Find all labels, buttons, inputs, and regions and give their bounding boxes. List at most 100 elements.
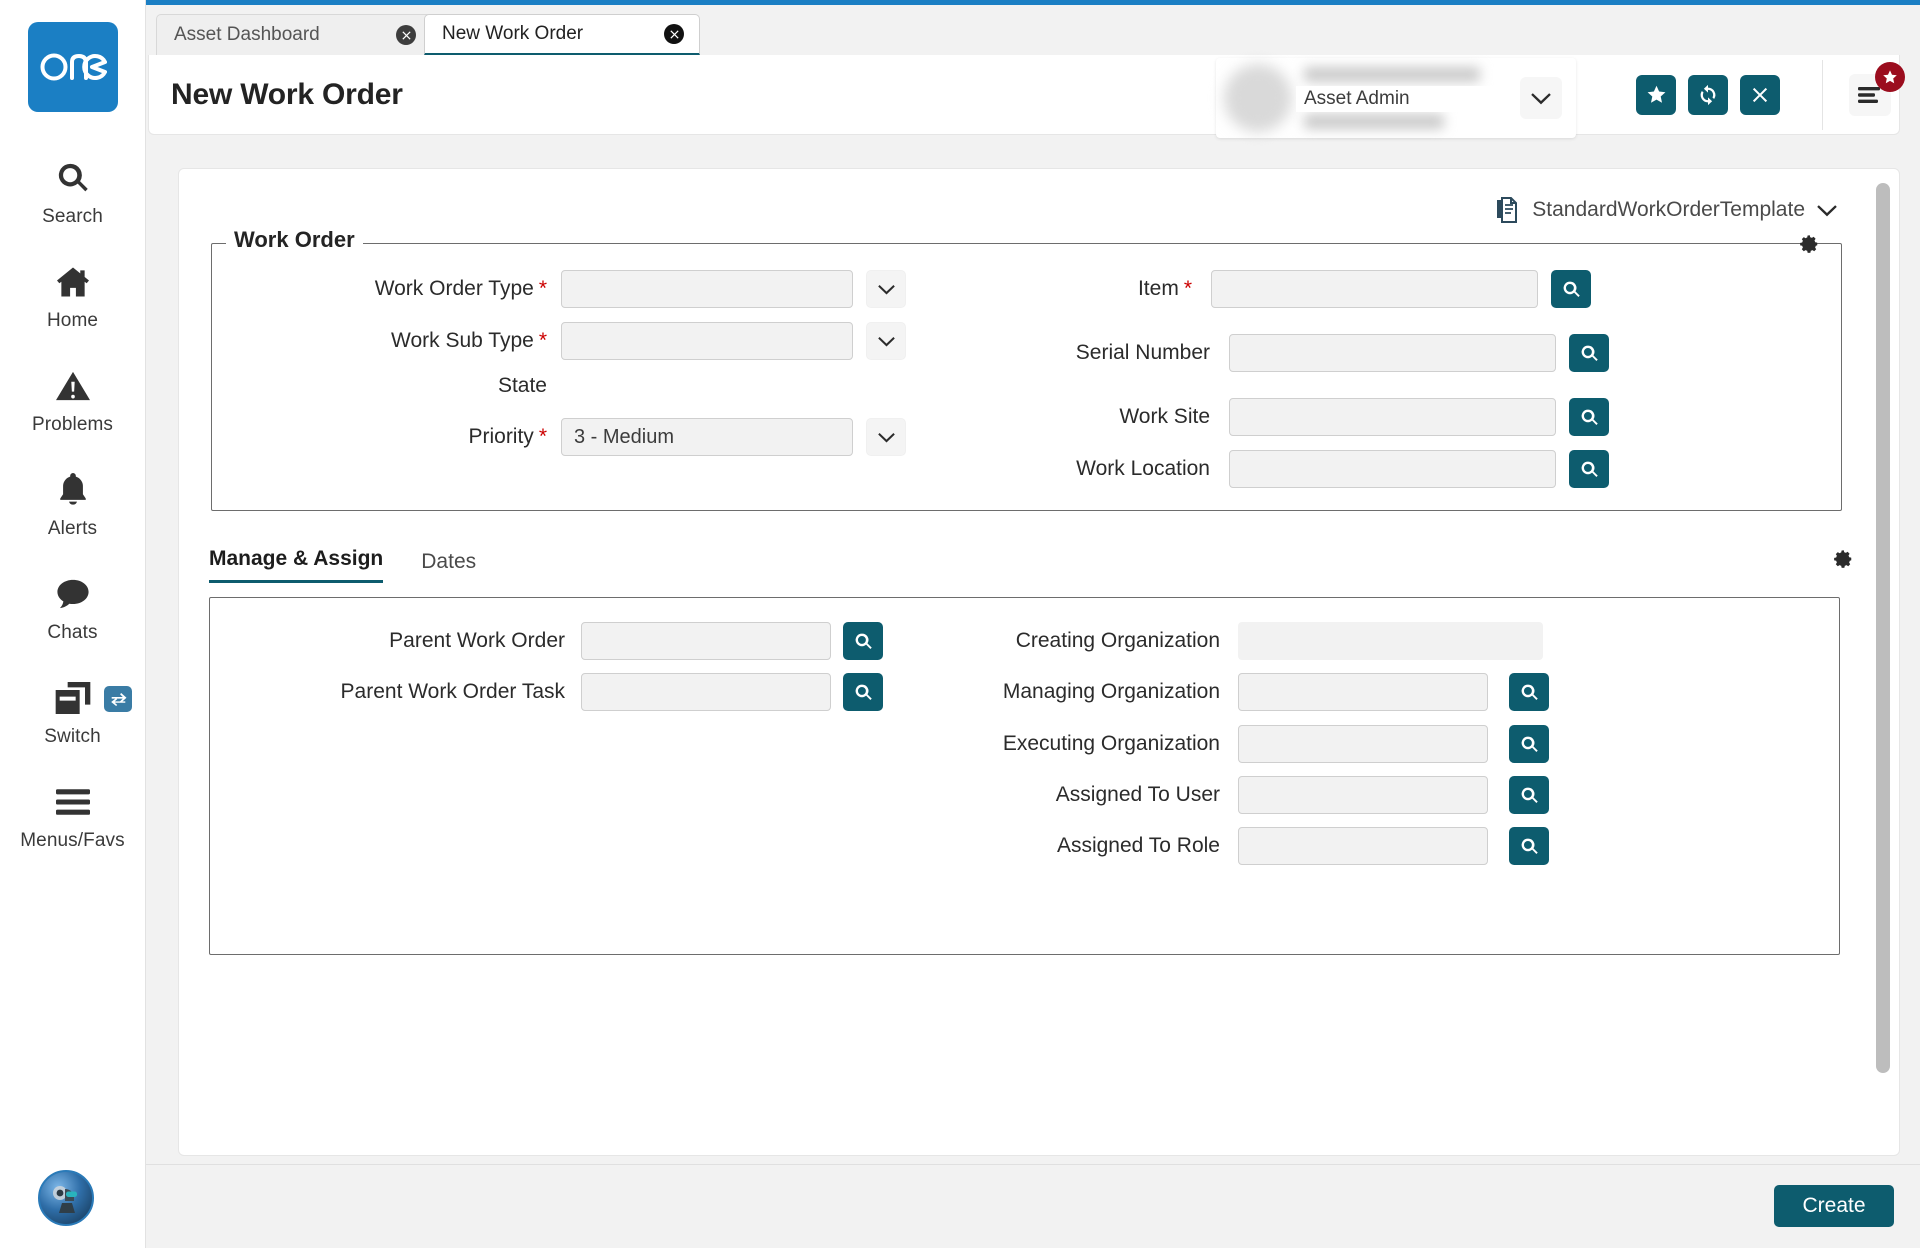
- work-location-input[interactable]: [1229, 450, 1556, 488]
- sidebar-item-label: Chats: [47, 622, 98, 643]
- sidebar-item-search[interactable]: Search: [0, 140, 145, 244]
- executing-organization-search-button[interactable]: [1509, 725, 1549, 763]
- work-site-search-button[interactable]: [1569, 398, 1609, 436]
- header-menu-wrap: [1849, 61, 1905, 116]
- copy-documents-icon: [1496, 197, 1520, 223]
- robot-assistant-avatar[interactable]: [38, 1170, 94, 1226]
- required-marker: *: [538, 277, 547, 300]
- section-tab-bar: Manage & Assign Dates: [209, 547, 476, 583]
- item-input[interactable]: [1211, 270, 1538, 308]
- field-label: Parent Work Order: [389, 629, 565, 652]
- item-search-button[interactable]: [1551, 270, 1591, 308]
- tab-label: Asset Dashboard: [174, 24, 320, 45]
- executing-organization-input[interactable]: [1238, 725, 1488, 763]
- required-marker: *: [538, 329, 547, 352]
- user-email-redacted: [1304, 114, 1444, 129]
- home-icon: [55, 260, 91, 304]
- sidebar-item-menus-favs[interactable]: Menus/Favs: [0, 764, 145, 868]
- hamburger-icon: [55, 780, 90, 824]
- creating-organization-input: [1238, 622, 1543, 660]
- rail-items: Search Home Problems Alerts Chats Switch…: [0, 140, 145, 868]
- sidebar-item-switch[interactable]: Switch: [0, 660, 145, 764]
- sidebar-item-label: Home: [46, 310, 99, 331]
- create-button[interactable]: Create: [1774, 1185, 1894, 1227]
- favorite-button[interactable]: [1636, 74, 1676, 115]
- sidebar-item-chats[interactable]: Chats: [0, 556, 145, 660]
- managing-organization-search-button[interactable]: [1509, 673, 1549, 711]
- work-order-form-card: StandardWorkOrderTemplate Work Order Wor…: [178, 168, 1900, 1156]
- serial-number-input[interactable]: [1229, 334, 1556, 372]
- assigned-to-role-input[interactable]: [1238, 827, 1488, 865]
- field-label: Priority: [468, 425, 534, 448]
- assigned-to-user-input[interactable]: [1238, 776, 1488, 814]
- field-item: Item *: [892, 270, 1752, 308]
- swap-arrows-icon[interactable]: [104, 686, 132, 712]
- field-serial-number: Serial Number: [892, 334, 1752, 372]
- template-name: StandardWorkOrderTemplate: [1532, 198, 1805, 221]
- chat-bubble-icon: [56, 572, 90, 616]
- priority-input[interactable]: [561, 418, 853, 456]
- close-circle-icon[interactable]: [396, 25, 416, 45]
- field-work-order-type: Work Order Type *: [212, 270, 912, 308]
- left-navigation-rail: Search Home Problems Alerts Chats Switch…: [0, 0, 146, 1248]
- user-info: Asset Admin: [1296, 65, 1510, 131]
- chevron-down-icon[interactable]: [1520, 77, 1562, 119]
- work-site-input[interactable]: [1229, 398, 1556, 436]
- field-work-site: Work Site: [892, 398, 1752, 436]
- bell-icon: [58, 468, 88, 512]
- field-executing-organization: Executing Organization: [860, 725, 1760, 763]
- field-label: Assigned To Role: [1056, 834, 1220, 857]
- user-name-redacted: [1304, 67, 1480, 82]
- page-title: New Work Order: [171, 77, 403, 111]
- assigned-to-role-search-button[interactable]: [1509, 827, 1549, 865]
- managing-organization-input[interactable]: [1238, 673, 1488, 711]
- sidebar-item-home[interactable]: Home: [0, 244, 145, 348]
- section-gear-icon[interactable]: [1833, 549, 1853, 569]
- sidebar-item-alerts[interactable]: Alerts: [0, 452, 145, 556]
- tab-dates[interactable]: Dates: [421, 550, 476, 583]
- sidebar-item-label: Problems: [31, 414, 114, 435]
- sidebar-item-label: Search: [42, 206, 103, 227]
- sidebar-item-label: Menus/Favs: [20, 830, 125, 851]
- sidebar-item-problems[interactable]: Problems: [0, 348, 145, 452]
- assigned-to-user-search-button[interactable]: [1509, 776, 1549, 814]
- field-label: Work Site: [1119, 405, 1210, 428]
- tab-label: New Work Order: [442, 23, 584, 44]
- work-sub-type-input[interactable]: [561, 322, 853, 360]
- field-parent-work-order-task: Parent Work Order Task: [210, 673, 930, 711]
- close-circle-icon[interactable]: [664, 24, 684, 44]
- close-button[interactable]: [1740, 74, 1780, 115]
- tab-asset-dashboard[interactable]: Asset Dashboard: [156, 14, 432, 55]
- avatar: [1224, 64, 1292, 132]
- vertical-scrollbar[interactable]: [1876, 183, 1890, 1073]
- manage-assign-fields: Parent Work Order Parent Work Order Task: [210, 598, 1839, 954]
- field-assigned-to-user: Assigned To User: [860, 776, 1760, 814]
- header-actions: [1636, 74, 1784, 115]
- field-label: Serial Number: [1075, 341, 1210, 364]
- field-parent-work-order: Parent Work Order: [210, 622, 930, 660]
- field-label: Parent Work Order Task: [340, 680, 565, 703]
- tab-manage-assign[interactable]: Manage & Assign: [209, 547, 384, 583]
- windows-stack-icon: [55, 676, 91, 720]
- field-label: Item: [1137, 277, 1179, 300]
- template-selector[interactable]: StandardWorkOrderTemplate: [1496, 197, 1837, 223]
- app-logo[interactable]: [27, 22, 118, 112]
- refresh-button[interactable]: [1688, 74, 1728, 115]
- sidebar-item-label: Switch: [44, 726, 101, 747]
- header-divider: [1822, 59, 1823, 130]
- user-menu[interactable]: Asset Admin: [1216, 58, 1576, 138]
- work-location-search-button[interactable]: [1569, 450, 1609, 488]
- required-marker: *: [538, 425, 547, 448]
- page-footer: Create: [146, 1164, 1920, 1248]
- tab-new-work-order[interactable]: New Work Order: [424, 14, 700, 55]
- field-label: Work Order Type: [374, 277, 534, 300]
- browser-tab-strip: Asset Dashboard New Work Order: [148, 14, 1920, 55]
- field-label: Assigned To User: [1055, 783, 1220, 806]
- serial-number-search-button[interactable]: [1569, 334, 1609, 372]
- parent-work-order-task-input[interactable]: [581, 673, 831, 711]
- field-priority: Priority *: [212, 418, 912, 456]
- search-icon: [56, 156, 90, 200]
- work-order-type-input[interactable]: [561, 270, 853, 308]
- chevron-down-icon[interactable]: [1817, 204, 1837, 217]
- parent-work-order-input[interactable]: [581, 622, 831, 660]
